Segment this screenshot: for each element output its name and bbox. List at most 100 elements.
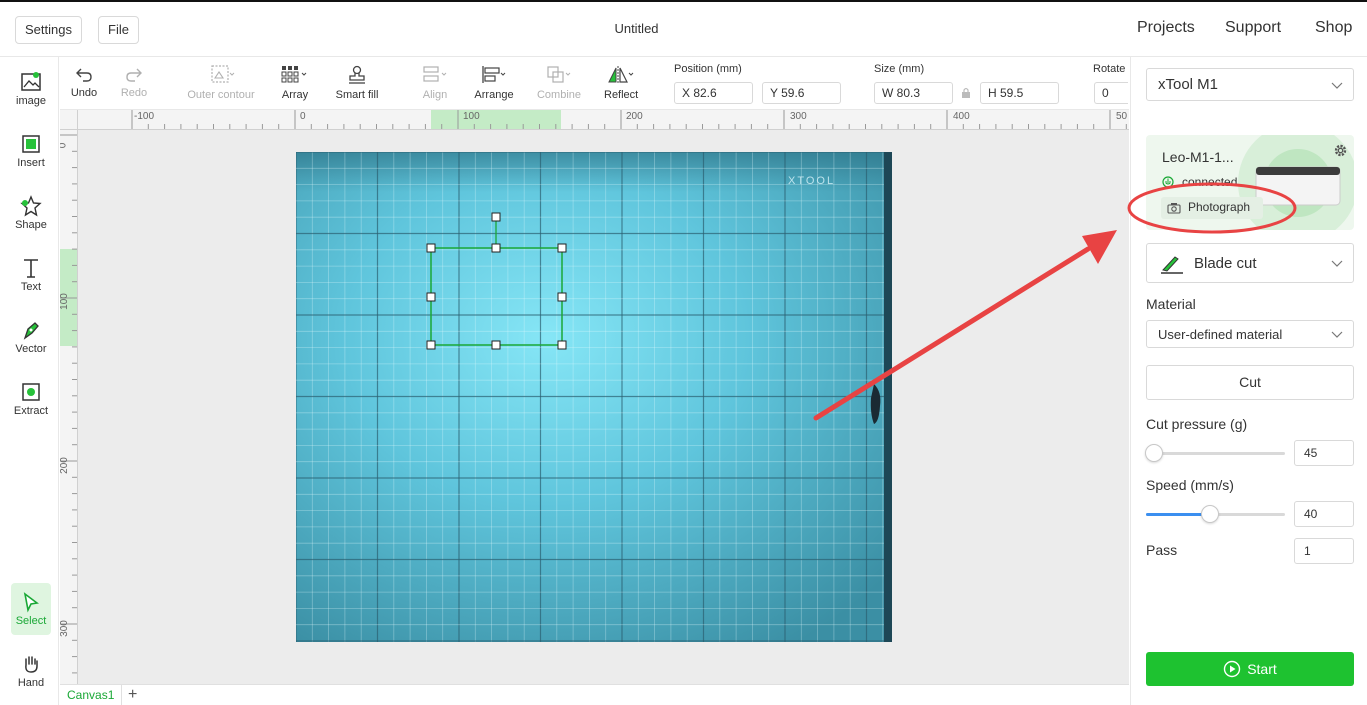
material-select[interactable]: User-defined material [1146,320,1354,348]
smart-fill-label: Smart fill [335,89,379,101]
extract-icon [22,383,40,401]
tool-select[interactable]: Select [11,583,51,635]
reflect-button[interactable]: Reflect [604,65,638,101]
ruler-ticks [131,110,1127,129]
chevron-down-icon [1331,331,1343,338]
resize-handle[interactable] [426,243,436,253]
slider-knob[interactable] [1145,444,1163,462]
ruler-label: 50 [1116,111,1128,122]
process-select[interactable]: Blade cut [1146,243,1354,283]
top-bar: Settings File Untitled Projects Support … [0,0,1367,57]
canvas-tab-bar: Canvas1 + [60,684,1129,705]
camera-icon [1167,203,1181,214]
resize-handle[interactable] [426,340,436,350]
ruler-ticks [60,134,77,674]
tool-extract[interactable]: Extract [5,373,57,431]
position-label: Position (mm) [674,63,742,75]
reflect-icon [608,66,634,84]
resize-handle[interactable] [491,243,501,253]
machine-name: xTool M1 [1158,76,1219,93]
hand-icon [25,656,38,673]
pass-input[interactable]: 1 [1294,538,1354,564]
canvas-area[interactable]: -100 0 100 200 300 400 50 0 100 200 300 [60,110,1129,684]
canvas-tab[interactable]: Canvas1 [60,685,123,705]
projects-link[interactable]: Projects [1137,19,1195,37]
cut-pressure-input[interactable]: 45 [1294,440,1354,466]
smart-fill-button[interactable]: Smart fill [334,65,380,101]
ruler-label: 100 [463,111,480,122]
size-h-input[interactable]: H 59.5 [980,82,1059,104]
array-grid-icon [281,66,307,83]
tool-select-label: Select [15,615,47,627]
undo-label: Undo [70,87,98,99]
size-w-input[interactable]: W 80.3 [874,82,953,104]
tool-vector[interactable]: Vector [5,311,57,369]
cut-pressure-slider[interactable] [1145,444,1285,462]
position-x-input[interactable]: X 82.6 [674,82,753,104]
tool-text[interactable]: Text [5,249,57,307]
undo-icon [76,68,92,82]
combine-label: Combine [536,89,582,101]
tool-hand[interactable]: Hand [5,645,57,703]
arrange-button[interactable]: Arrange [474,65,514,101]
tool-shape-label: Shape [15,219,47,231]
right-panel: xTool M1 Leo-M1-1... connected Photograp… [1130,57,1367,705]
tool-shape[interactable]: Shape [5,187,57,245]
align-button[interactable]: Align [420,65,450,101]
smart-fill-stamp-icon [349,65,365,84]
rotate-handle[interactable] [491,212,501,222]
resize-handle[interactable] [426,292,436,302]
start-label: Start [1247,661,1277,677]
array-button[interactable]: Array [280,65,310,101]
resize-handle[interactable] [557,340,567,350]
machine-select[interactable]: xTool M1 [1146,68,1354,101]
outer-contour-button[interactable]: Outer contour [186,65,256,101]
outer-contour-icon [211,65,235,83]
support-link[interactable]: Support [1225,19,1281,37]
cut-mode-button[interactable]: Cut [1146,365,1354,400]
undo-button[interactable]: Undo [70,65,98,99]
pass-label: Pass [1146,542,1178,558]
tool-insert[interactable]: Insert [5,125,57,183]
outer-contour-label: Outer contour [187,89,255,101]
device-name: Leo-M1-1... [1162,149,1234,165]
gear-icon[interactable] [1333,143,1348,158]
tool-insert-label: Insert [17,157,45,169]
photograph-button[interactable]: Photograph [1161,197,1263,219]
speed-slider[interactable] [1146,505,1285,523]
add-canvas-button[interactable]: + [128,685,137,705]
speed-input[interactable]: 40 [1294,501,1354,527]
cutting-mat-photo: XTOOL [296,152,892,642]
left-toolbar: image Insert Shape Text Vector Extract S… [0,57,59,705]
text-icon [24,259,38,278]
lock-ratio-icon[interactable] [961,87,971,99]
array-label: Array [281,89,309,101]
image-icon [21,72,41,91]
ruler-label: 400 [953,111,970,122]
position-y-input[interactable]: Y 59.6 [762,82,841,104]
tool-vector-label: Vector [15,343,47,355]
chevron-down-icon [1331,82,1343,89]
size-label: Size (mm) [874,63,925,75]
tool-image[interactable]: image [5,63,57,121]
ruler-label: 0 [60,143,68,149]
document-title: Untitled [614,21,659,36]
resize-handle[interactable] [491,340,501,350]
resize-handle[interactable] [557,243,567,253]
selection-box[interactable] [426,211,572,351]
combine-button[interactable]: Combine [536,65,582,101]
rotate-input[interactable]: 0 [1094,82,1128,104]
photograph-label: Photograph [1188,200,1251,214]
start-button[interactable]: Start [1146,652,1354,686]
speed-label: Speed (mm/s) [1146,477,1234,493]
vector-pen-icon [23,322,39,340]
play-icon [1224,660,1241,677]
slider-knob[interactable] [1201,505,1219,523]
redo-button[interactable]: Redo [120,65,148,99]
ruler-label: -100 [134,111,155,122]
material-label: Material [1146,296,1196,312]
tool-text-label: Text [20,281,42,293]
resize-handle[interactable] [557,292,567,302]
shop-link[interactable]: Shop [1315,19,1352,37]
arrange-label: Arrange [474,89,514,101]
